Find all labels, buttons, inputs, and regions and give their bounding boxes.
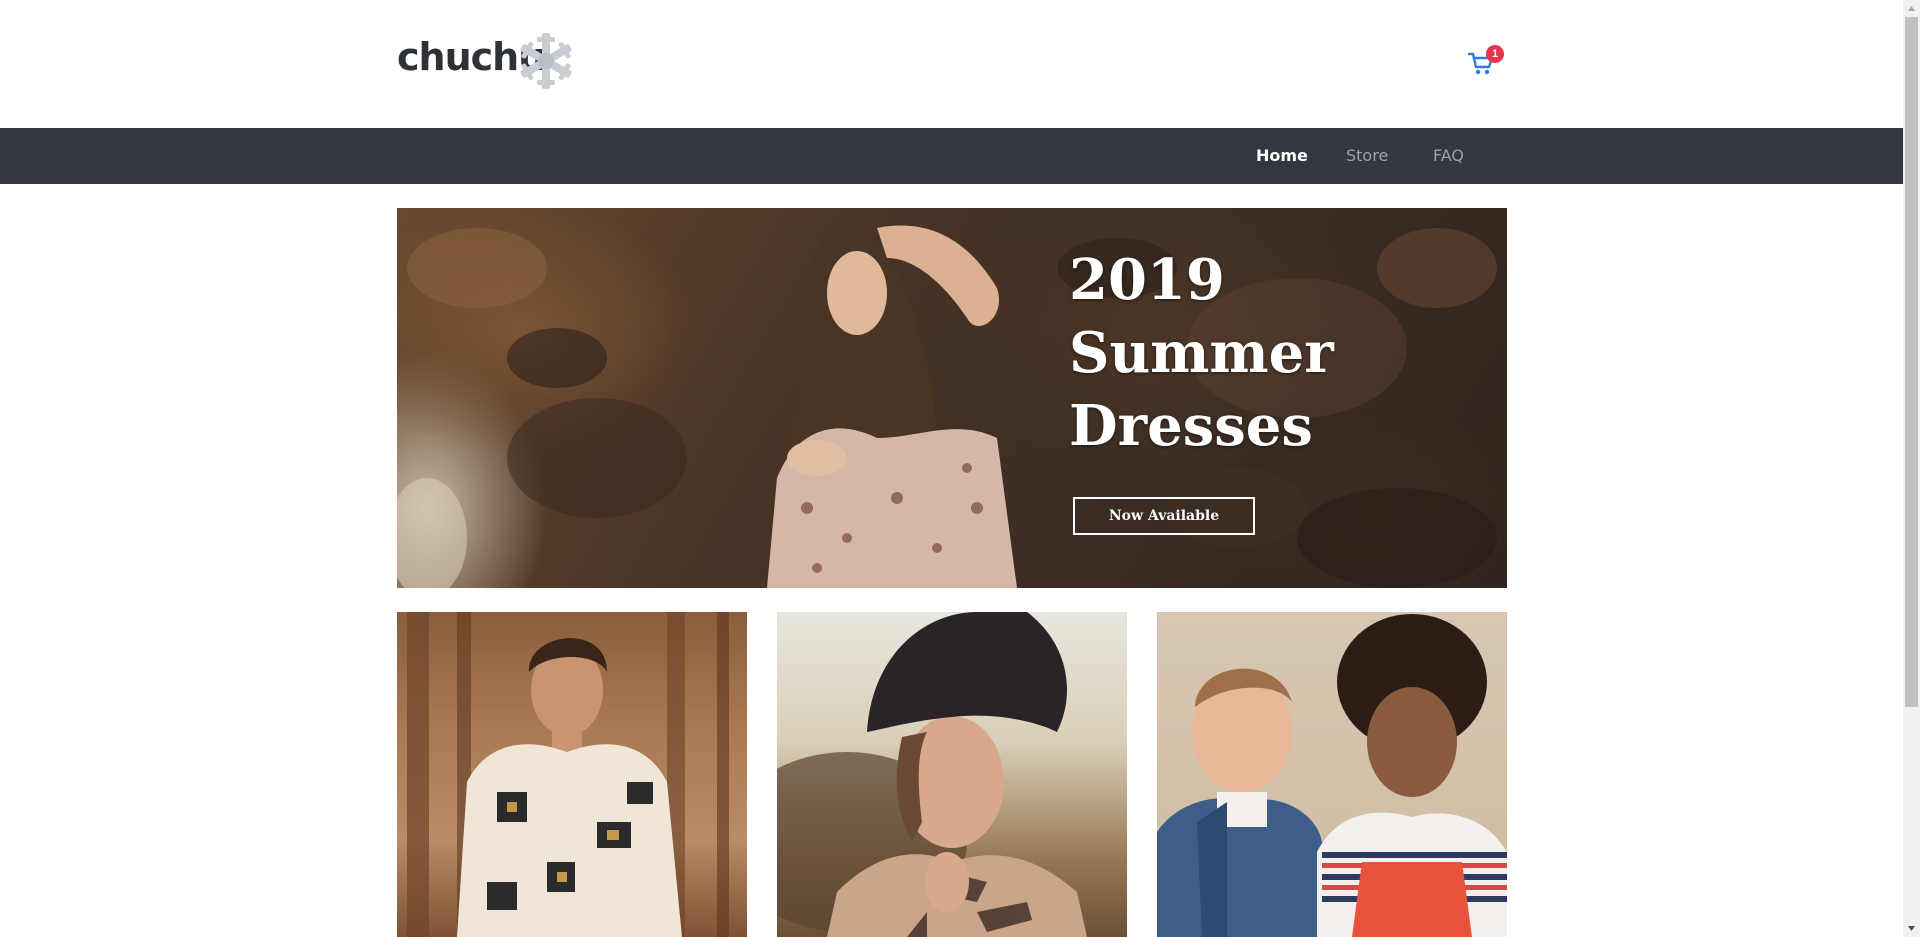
hero-banner[interactable]: 2019 Summer Dresses Now Available bbox=[397, 208, 1507, 588]
nav-item-faq[interactable]: FAQ bbox=[1433, 146, 1464, 165]
nav-item-home[interactable]: Home bbox=[1256, 146, 1308, 165]
category-tile-men[interactable] bbox=[397, 612, 747, 937]
hero-title: 2019 Summer Dresses bbox=[1069, 247, 1334, 459]
site-header: chuchu 1 bbox=[0, 0, 1903, 128]
cart-count-badge: 1 bbox=[1486, 45, 1504, 63]
category-tile-women[interactable] bbox=[777, 612, 1127, 937]
men-category-photo bbox=[407, 612, 729, 937]
model-photo bbox=[767, 225, 1017, 588]
scroll-up-arrow-icon[interactable] bbox=[1903, 0, 1920, 17]
kids-category-photo bbox=[1157, 614, 1507, 937]
brand-logo[interactable]: chuchu bbox=[397, 30, 577, 92]
scrollbar-thumb[interactable] bbox=[1905, 17, 1918, 707]
main-nav: Home Store FAQ bbox=[0, 128, 1903, 184]
category-tile-kids[interactable] bbox=[1157, 612, 1507, 937]
vertical-scrollbar[interactable] bbox=[1903, 0, 1920, 937]
now-available-button[interactable]: Now Available bbox=[1073, 497, 1255, 535]
nav-item-store[interactable]: Store bbox=[1346, 146, 1388, 165]
snowflake-icon bbox=[520, 33, 572, 89]
women-category-photo bbox=[777, 612, 1087, 937]
cart-button[interactable]: 1 bbox=[1466, 44, 1504, 80]
scroll-down-arrow-icon[interactable] bbox=[1903, 920, 1920, 937]
